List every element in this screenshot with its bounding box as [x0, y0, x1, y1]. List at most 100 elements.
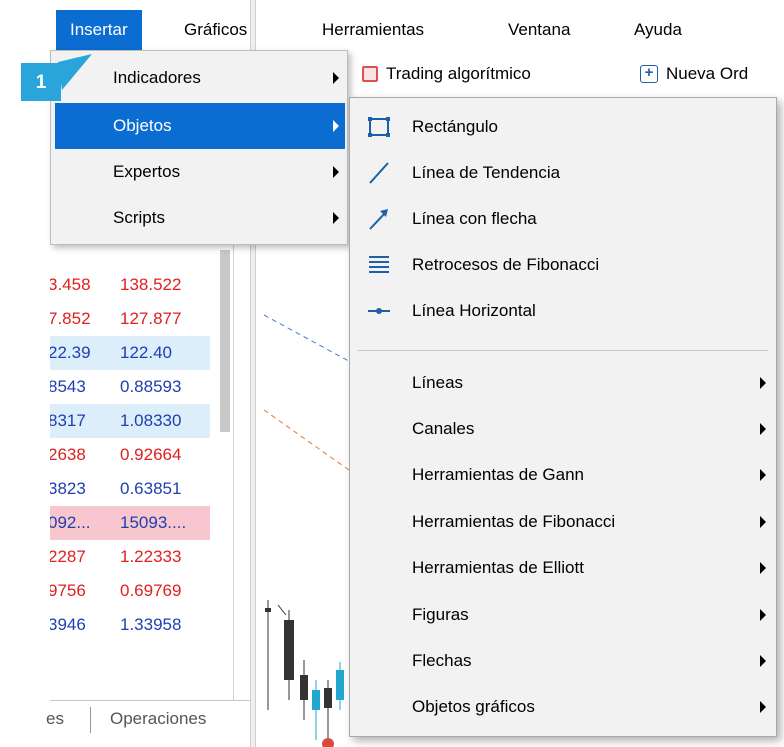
objects-submenu: Rectángulo Línea de Tendencia Línea con … — [349, 97, 777, 737]
menu-item-expertos[interactable]: Expertos — [55, 149, 345, 195]
ask-value: 1.08330 — [120, 411, 182, 430]
menu-item-elliott[interactable]: Herramientas de Elliott — [350, 545, 776, 591]
table-row[interactable]: 2287 1.22333 — [50, 540, 210, 574]
menu-item-linea-flecha[interactable]: Línea con flecha — [350, 196, 776, 242]
ask-value: 0.63851 — [120, 479, 182, 498]
submenu-arrow-icon — [333, 212, 339, 224]
algo-trading-button[interactable]: Trading algorítmico — [362, 64, 531, 84]
menu-item-label: Herramientas de Elliott — [412, 558, 584, 577]
table-row[interactable]: 22.39 122.40 — [50, 336, 210, 370]
menu-ventana[interactable]: Ventana — [494, 10, 584, 50]
arrow-line-icon — [369, 209, 388, 230]
menu-herramientas[interactable]: Herramientas — [308, 10, 438, 50]
table-row[interactable]: 2638 0.92664 — [50, 438, 210, 472]
menu-item-label: Retrocesos de Fibonacci — [412, 255, 600, 274]
menu-item-label: Rectángulo — [412, 117, 499, 136]
menu-item-scripts[interactable]: Scripts — [55, 195, 345, 241]
table-row[interactable]: 8543 0.88593 — [50, 370, 210, 404]
submenu-arrow-icon — [333, 72, 339, 84]
submenu-arrow-icon — [760, 469, 766, 481]
menu-item-linea-horizontal[interactable]: Línea Horizontal — [350, 288, 776, 334]
menu-separator — [358, 350, 768, 351]
ask-value: 138.522 — [120, 275, 182, 294]
ask-value: 1.33958 — [120, 615, 182, 634]
menu-item-label: Objetos — [113, 116, 172, 135]
menu-item-label: Canales — [412, 419, 475, 438]
submenu-arrow-icon — [333, 166, 339, 178]
submenu-arrow-icon — [760, 377, 766, 389]
step-badge: 1 — [21, 63, 61, 101]
menu-item-label: Flechas — [412, 651, 472, 670]
menu-item-fibonacci[interactable]: Retrocesos de Fibonacci — [350, 242, 776, 288]
algo-trading-icon — [362, 66, 378, 82]
menu-item-fibonacci-tools[interactable]: Herramientas de Fibonacci — [350, 499, 776, 545]
menu-item-flechas[interactable]: Flechas — [350, 638, 776, 684]
menu-graficos[interactable]: Gráficos — [170, 10, 261, 50]
ask-value: 1.22333 — [120, 547, 182, 566]
ask-value: 0.69769 — [120, 581, 182, 600]
bid-value: 3.458 — [50, 275, 91, 294]
candles — [265, 600, 344, 747]
bid-value: 7.852 — [50, 309, 91, 328]
tab-operaciones[interactable]: Operaciones — [110, 709, 206, 729]
ask-value: 0.88593 — [120, 377, 182, 396]
new-order-button[interactable]: + Nueva Ord — [640, 64, 748, 84]
table-row[interactable]: 3946 1.33958 — [50, 608, 210, 642]
market-watch-tabs: es Operaciones — [46, 700, 250, 740]
bid-value: 092... — [50, 513, 91, 532]
market-watch-table: 3.458 138.522 7.852 127.877 22.39 122.40 8543 0… — [50, 268, 210, 642]
horizontal-line-icon — [368, 308, 390, 314]
submenu-arrow-icon — [760, 701, 766, 713]
menu-item-figuras[interactable]: Figuras — [350, 592, 776, 638]
menu-item-label: Líneas — [412, 373, 464, 392]
ask-value: 0.92664 — [120, 445, 182, 464]
menu-ayuda[interactable]: Ayuda — [620, 10, 696, 50]
tab-separator — [90, 707, 91, 733]
fibonacci-icon — [369, 256, 389, 273]
table-row[interactable]: 8317 1.08330 — [50, 404, 210, 438]
ask-value: 122.40 — [120, 343, 172, 362]
menu-item-rectangulo[interactable]: Rectángulo — [350, 104, 776, 150]
left-strip — [0, 0, 50, 747]
bid-value: 2638 — [50, 445, 86, 464]
submenu-arrow-icon — [760, 516, 766, 528]
bid-value: 8543 — [50, 377, 86, 396]
insert-menu: Indicadores Objetos Expertos Scripts — [50, 50, 348, 245]
table-row[interactable]: 9756 0.69769 — [50, 574, 210, 608]
ask-value: 15093.... — [120, 513, 187, 532]
bid-value: 9756 — [50, 581, 86, 600]
menu-item-label: Scripts — [113, 208, 165, 227]
table-row[interactable]: 3823 0.63851 — [50, 472, 210, 506]
menu-item-label: Herramientas de Fibonacci — [412, 512, 616, 531]
market-watch-scrollbar[interactable] — [220, 250, 230, 432]
bid-value: 22.39 — [50, 343, 91, 362]
toolbar: Trading algorítmico + Nueva Ord — [350, 52, 784, 98]
bid-value: 8317 — [50, 411, 86, 430]
menu-item-objetos-graficos[interactable]: Objetos gráficos — [350, 684, 776, 730]
menu-item-linea-tendencia[interactable]: Línea de Tendencia — [350, 150, 776, 196]
menubar: Insertar Gráficos Herramientas Ventana A… — [50, 10, 784, 50]
menu-item-indicadores[interactable]: Indicadores — [55, 55, 345, 101]
bid-value: 3823 — [50, 479, 86, 498]
submenu-arrow-icon — [760, 655, 766, 667]
menu-item-label: Expertos — [113, 162, 181, 181]
badge-pointer — [58, 54, 92, 90]
menu-item-gann[interactable]: Herramientas de Gann — [350, 452, 776, 498]
ask-value: 127.877 — [120, 309, 182, 328]
menu-item-label: Línea Horizontal — [412, 301, 536, 320]
plus-icon: + — [640, 65, 658, 83]
menu-item-objetos[interactable]: Objetos — [55, 103, 345, 149]
table-row[interactable]: 092... 15093.... — [50, 506, 210, 540]
rectangle-icon — [368, 117, 390, 137]
divider — [233, 245, 234, 700]
menu-item-label: Herramientas de Gann — [412, 465, 584, 484]
submenu-arrow-icon — [760, 562, 766, 574]
table-row[interactable]: 7.852 127.877 — [50, 302, 210, 336]
menu-item-label: Objetos gráficos — [412, 697, 535, 716]
menu-item-lineas[interactable]: Líneas — [350, 360, 776, 406]
menu-item-canales[interactable]: Canales — [350, 406, 776, 452]
table-row[interactable]: 3.458 138.522 — [50, 268, 210, 302]
bid-value: 3946 — [50, 615, 86, 634]
menu-insertar[interactable]: Insertar — [56, 10, 142, 50]
tab-symbols[interactable]: es — [46, 709, 64, 729]
